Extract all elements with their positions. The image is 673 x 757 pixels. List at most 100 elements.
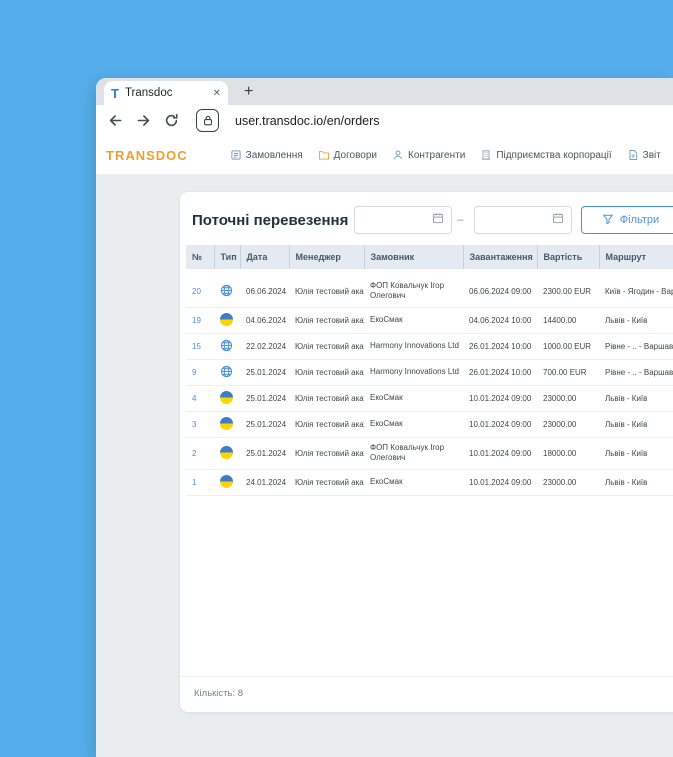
- order-manager-cell: Юлія тестовий акаунт: [289, 276, 364, 308]
- order-number-cell: 15: [186, 333, 214, 360]
- browser-address-bar: user.transdoc.io/en/orders: [96, 105, 673, 136]
- order-number-cell: 19: [186, 307, 214, 334]
- calendar-icon: [552, 211, 564, 229]
- nav-item-orders[interactable]: Замовлення: [230, 149, 303, 161]
- orders-card: Поточні перевезення – Фільтри № Тип Дата…: [180, 192, 673, 712]
- table-row[interactable]: 9 25.01.2024 Юлія тестовий акаунт Harmon…: [186, 359, 673, 386]
- orders-table: № Тип Дата Менеджер Замовник Завантаженн…: [186, 245, 673, 496]
- order-cost-cell: 2300.00 EUR: [537, 276, 599, 308]
- nav-item-label: Договори: [333, 149, 378, 161]
- table-row[interactable]: 4 25.01.2024 Юлія тестовий акаунт ЕкоСма…: [186, 385, 673, 412]
- site-info-lock-icon[interactable]: [196, 109, 219, 132]
- table-row[interactable]: 1 24.01.2024 Юлія тестовий акаунт ЕкоСма…: [186, 469, 673, 496]
- enterprises-icon: [480, 149, 492, 161]
- filter-funnel-icon: [602, 213, 614, 228]
- column-header-manager: Менеджер: [288, 245, 364, 269]
- order-date-cell: 25.01.2024: [240, 359, 289, 386]
- nav-item-counterparties[interactable]: Контрагенти: [392, 149, 465, 161]
- table-row[interactable]: 2 25.01.2024 Юлія тестовий акаунт ФОП Ко…: [186, 437, 673, 470]
- table-row[interactable]: 15 22.02.2024 Юлія тестовий акаунт Harmo…: [186, 333, 673, 360]
- order-cost-cell: 23000.00: [537, 411, 599, 438]
- reload-icon[interactable]: [164, 113, 179, 128]
- order-manager-cell: Юлія тестовий акаунт: [289, 469, 364, 496]
- order-cost-cell: 14400.00: [537, 307, 599, 334]
- ukraine-flag-icon: [220, 390, 233, 404]
- report-icon: [627, 149, 639, 161]
- order-customer-cell: ЕкоСмак: [364, 307, 463, 334]
- nav-item-enterprises[interactable]: Підприємства корпорації: [480, 149, 612, 161]
- order-route-cell: Львів - Київ: [599, 307, 673, 334]
- order-number-cell: 4: [186, 385, 214, 412]
- browser-tab[interactable]: T Transdoc ✕: [104, 81, 228, 105]
- order-number-cell: 2: [186, 437, 214, 470]
- order-route-cell: Львів - Київ: [599, 411, 673, 438]
- order-customer-cell: ЕкоСмак: [364, 411, 463, 438]
- order-date-cell: 25.01.2024: [240, 385, 289, 412]
- nav-item-report[interactable]: Звіт: [627, 149, 661, 161]
- transdoc-logo[interactable]: TRANSDOC: [106, 148, 188, 163]
- table-row[interactable]: 19 04.06.2024 Юлія тестовий акаунт ЕкоСм…: [186, 307, 673, 334]
- order-route-cell: Київ - Ягодин - Варшава: [599, 276, 673, 308]
- date-to-input[interactable]: [474, 206, 573, 234]
- date-from-input[interactable]: [354, 206, 453, 234]
- order-cost-cell: 1000.00 EUR: [537, 333, 599, 360]
- order-manager-cell: Юлія тестовий акаунт: [289, 437, 364, 470]
- order-route-cell: Львів - Київ: [599, 469, 673, 496]
- nav-item-label: Замовлення: [245, 149, 303, 161]
- main-nav: Замовлення Договори Контрагенти Підприєм…: [230, 149, 673, 161]
- order-manager-cell: Юлія тестовий акаунт: [289, 385, 364, 412]
- column-header-customer: Замовник: [363, 245, 463, 269]
- orders-footer: Кількість: 8: [180, 676, 673, 712]
- back-icon[interactable]: [108, 113, 123, 128]
- desktop: { "colors": { "background_blue": "#55aee…: [0, 0, 673, 757]
- order-date-cell: 22.02.2024: [240, 333, 289, 360]
- order-loading-cell: 26.01.2024 10:00: [463, 359, 537, 386]
- order-cost-cell: 23000.00: [537, 469, 599, 496]
- order-customer-cell: ЕкоСмак: [364, 385, 463, 412]
- ukraine-flag-icon: [220, 312, 233, 326]
- order-type-cell: [214, 411, 240, 438]
- order-type-cell: [214, 359, 240, 386]
- globe-icon: [220, 365, 233, 378]
- url-text[interactable]: user.transdoc.io/en/orders: [235, 114, 380, 128]
- calendar-icon: [432, 211, 444, 229]
- order-cost-cell: 18000.00: [537, 437, 599, 470]
- order-cost-cell: 23000.00: [537, 385, 599, 412]
- ukraine-flag-icon: [220, 416, 233, 430]
- order-date-cell: 06.06.2024: [240, 276, 289, 308]
- nav-item-label: Звіт: [642, 149, 661, 161]
- column-header-route: Маршрут: [598, 245, 673, 269]
- new-tab-button[interactable]: +: [244, 84, 253, 100]
- order-manager-cell: Юлія тестовий акаунт: [289, 359, 364, 386]
- order-number-cell: 9: [186, 359, 214, 386]
- column-header-number: №: [186, 245, 214, 269]
- order-date-cell: 04.06.2024: [240, 307, 289, 334]
- order-customer-cell: ФОП Ковальчук Ігор Олегович: [364, 276, 463, 308]
- orders-count-label: Кількість: 8: [194, 688, 244, 699]
- page-title: Поточні перевезення: [192, 211, 349, 229]
- tab-close-icon[interactable]: ✕: [213, 88, 221, 99]
- order-route-cell: Львів - Київ: [599, 437, 673, 470]
- order-type-cell: [214, 333, 240, 360]
- orders-icon: [230, 149, 242, 161]
- order-route-cell: Львів - Київ: [599, 385, 673, 412]
- orders-toolbar: Поточні перевезення – Фільтри: [180, 192, 673, 245]
- table-row[interactable]: 20 06.06.2024 Юлія тестовий акаунт ФОП К…: [186, 276, 673, 308]
- column-header-cost: Вартість: [536, 245, 599, 269]
- column-header-date: Дата: [239, 245, 289, 269]
- table-row[interactable]: 3 25.01.2024 Юлія тестовий акаунт ЕкоСма…: [186, 411, 673, 438]
- date-range-separator: –: [457, 214, 464, 226]
- ukraine-flag-icon: [220, 474, 233, 488]
- browser-tab-bar: T Transdoc ✕ +: [96, 78, 673, 105]
- filters-button[interactable]: Фільтри: [581, 206, 673, 234]
- order-loading-cell: 10.01.2024 09:00: [463, 437, 537, 470]
- ukraine-flag-icon: [220, 445, 233, 459]
- order-number-cell: 1: [186, 469, 214, 496]
- globe-icon: [220, 339, 233, 352]
- nav-item-contracts[interactable]: Договори: [318, 149, 377, 161]
- nav-item-label: Контрагенти: [408, 149, 466, 161]
- forward-icon[interactable]: [136, 113, 151, 128]
- order-manager-cell: Юлія тестовий акаунт: [289, 307, 364, 334]
- orders-table-wrap: № Тип Дата Менеджер Замовник Завантаженн…: [180, 245, 673, 496]
- order-type-cell: [214, 437, 240, 470]
